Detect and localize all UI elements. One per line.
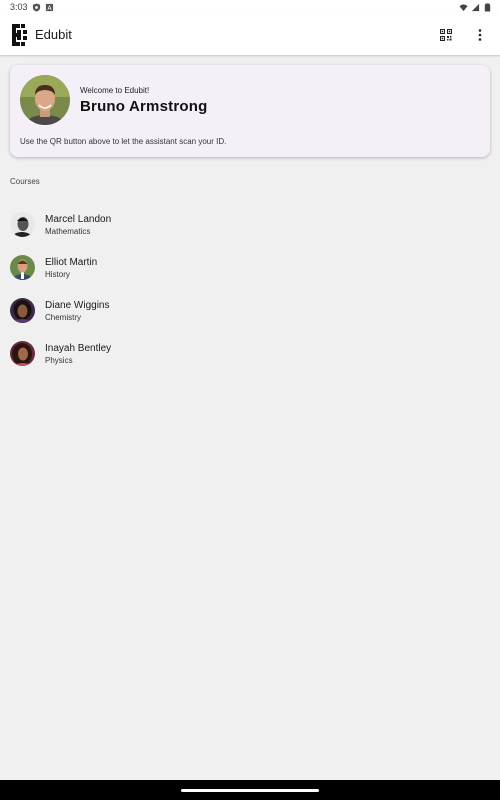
status-bar: 3:03 A: [0, 0, 500, 14]
more-vert-icon: [478, 28, 482, 41]
course-teacher: Diane Wiggins: [45, 299, 110, 311]
battery-icon: [484, 2, 491, 12]
a-badge-icon: A: [45, 3, 53, 12]
teacher-avatar: [10, 298, 35, 323]
welcome-greeting: Welcome to Edubit!: [80, 85, 150, 95]
course-item-physics[interactable]: Inayah Bentley Physics: [0, 332, 500, 375]
wifi-icon: [459, 3, 468, 11]
course-item-chemistry[interactable]: Diane Wiggins Chemistry: [0, 289, 500, 332]
course-item-mathematics[interactable]: Marcel Landon Mathematics: [0, 203, 500, 246]
course-subject: Mathematics: [45, 226, 91, 236]
qr-scan-button[interactable]: [434, 23, 458, 47]
qr-code-icon: [440, 28, 452, 41]
status-left: 3:03 A: [10, 2, 54, 12]
user-name: Bruno Armstrong: [80, 97, 208, 115]
welcome-card-text: Welcome to Edubit! Bruno Armstrong: [80, 86, 207, 115]
status-time: 3:03: [10, 2, 28, 12]
system-nav-bar: [0, 780, 500, 800]
svg-text:A: A: [47, 5, 52, 12]
home-gesture-handle[interactable]: [181, 788, 319, 792]
course-list: Marcel Landon Mathematics Elliot Martin …: [0, 203, 500, 375]
course-teacher: Marcel Landon: [45, 213, 112, 225]
shield-icon: [32, 2, 40, 12]
course-text: Inayah Bentley Physics: [45, 343, 111, 365]
course-text: Marcel Landon Mathematics: [45, 214, 111, 236]
course-subject: History: [45, 269, 70, 279]
course-item-history[interactable]: Elliot Martin History: [0, 246, 500, 289]
edubit-logo-icon: [12, 23, 27, 46]
teacher-avatar: [10, 212, 35, 237]
signal-icon: [471, 3, 480, 11]
course-text: Elliot Martin History: [45, 257, 97, 279]
welcome-card: Welcome to Edubit! Bruno Armstrong Use t…: [10, 65, 490, 157]
teacher-avatar: [10, 341, 35, 366]
status-right: [459, 2, 492, 12]
courses-section-label: Courses: [10, 177, 40, 186]
app-bar: Edubit: [0, 14, 500, 55]
welcome-card-header: Welcome to Edubit! Bruno Armstrong: [20, 75, 480, 125]
course-teacher: Elliot Martin: [45, 256, 98, 268]
qr-hint-text: Use the QR button above to let the assis…: [20, 137, 227, 146]
course-teacher: Inayah Bentley: [45, 342, 112, 354]
course-subject: Chemistry: [45, 312, 82, 322]
course-subject: Physics: [45, 355, 73, 365]
app-bar-actions: [434, 23, 492, 47]
course-text: Diane Wiggins Chemistry: [45, 300, 109, 322]
app-title: Edubit: [35, 27, 72, 42]
overflow-menu-button[interactable]: [468, 23, 492, 47]
teacher-avatar: [10, 255, 35, 280]
user-avatar: [20, 75, 70, 125]
